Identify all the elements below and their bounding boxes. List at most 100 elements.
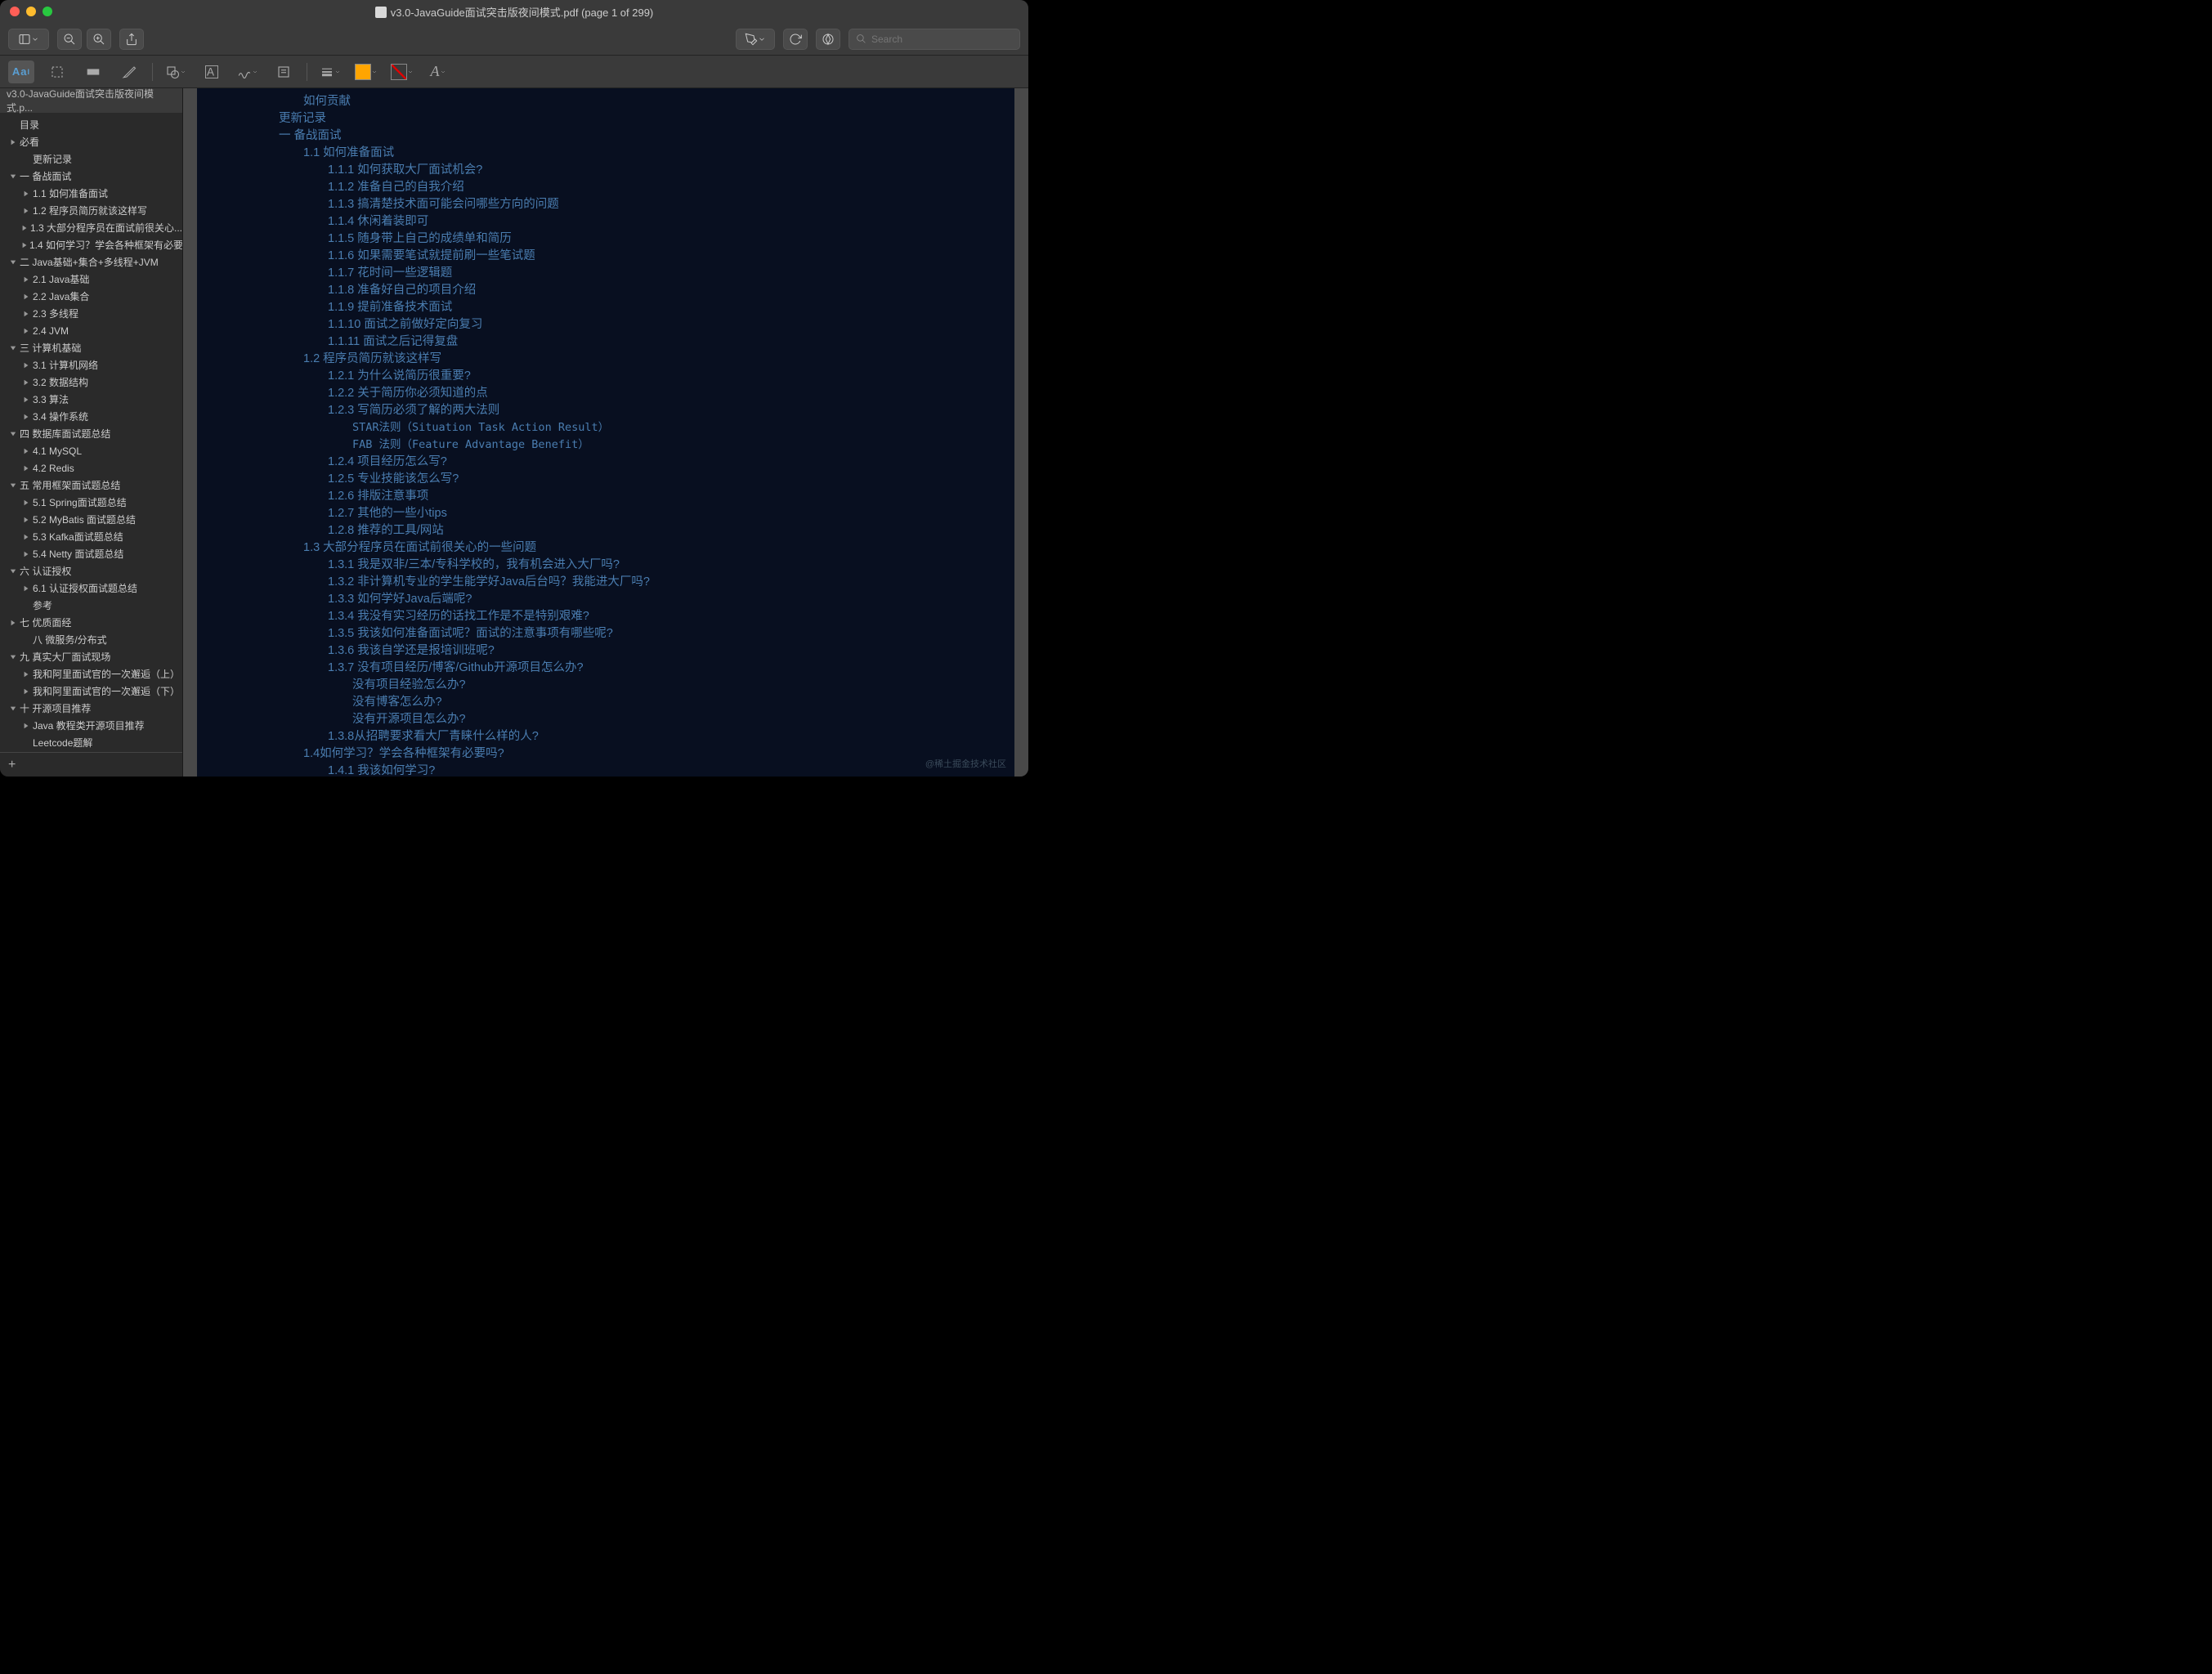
toc-entry[interactable]: 1.3.3 如何学好Java后端呢? xyxy=(197,591,1014,608)
disclosure-right-icon[interactable] xyxy=(21,412,31,422)
disclosure-right-icon[interactable] xyxy=(21,309,31,319)
font-style-tool[interactable]: A xyxy=(425,60,451,83)
outline-item[interactable]: 3.3 算法 xyxy=(0,391,182,408)
toc-entry[interactable]: 1.3.1 我是双非/三本/专科学校的，我有机会进入大厂吗? xyxy=(197,557,1014,574)
zoom-out-button[interactable] xyxy=(57,29,82,50)
disclosure-right-icon[interactable] xyxy=(21,275,31,284)
pdf-viewer[interactable]: 如何贡献更新记录一 备战面试1.1 如何准备面试1.1.1 如何获取大厂面试机会… xyxy=(183,88,1028,777)
disclosure-right-icon[interactable] xyxy=(21,687,31,696)
toc-entry[interactable]: 1.3 大部分程序员在面试前很关心的一些问题 xyxy=(197,539,1014,557)
outline-item[interactable]: 目录 xyxy=(0,116,182,133)
toc-entry[interactable]: 1.1.9 提前准备技术面试 xyxy=(197,299,1014,316)
toc-entry[interactable]: 1.1.3 搞清楚技术面可能会问哪些方向的问题 xyxy=(197,196,1014,213)
outline-item[interactable]: 九 真实大厂面试现场 xyxy=(0,648,182,665)
minimize-window-button[interactable] xyxy=(26,7,36,16)
toc-entry[interactable]: 1.1.2 准备自己的自我介绍 xyxy=(197,179,1014,196)
toc-entry[interactable]: 1.1.7 花时间一些逻辑题 xyxy=(197,265,1014,282)
zoom-window-button[interactable] xyxy=(43,7,52,16)
zoom-in-button[interactable] xyxy=(87,29,111,50)
outline-item[interactable]: 五 常用框架面试题总结 xyxy=(0,477,182,494)
toc-entry[interactable]: 1.3.2 非计算机专业的学生能学好Java后台吗？我能进大厂吗? xyxy=(197,574,1014,591)
toc-entry[interactable]: 1.2.3 写简历必须了解的两大法则 xyxy=(197,402,1014,419)
toc-entry[interactable]: 1.1.6 如果需要笔试就提前刷一些笔试题 xyxy=(197,248,1014,265)
toc-entry[interactable]: 1.3.4 我没有实习经历的话找工作是不是特别艰难? xyxy=(197,608,1014,625)
outline-item[interactable]: 6.1 认证授权面试题总结 xyxy=(0,580,182,597)
toc-entry[interactable]: 1.2.7 其他的一些小tips xyxy=(197,505,1014,522)
disclosure-down-icon[interactable] xyxy=(8,481,18,490)
outline-item[interactable]: 六 认证授权 xyxy=(0,562,182,580)
disclosure-right-icon[interactable] xyxy=(21,515,31,525)
toc-entry[interactable]: 1.4如何学习？学会各种框架有必要吗? xyxy=(197,745,1014,763)
disclosure-right-icon[interactable] xyxy=(21,206,31,216)
outline-item[interactable]: 十 开源项目推荐 xyxy=(0,700,182,717)
disclosure-right-icon[interactable] xyxy=(21,292,31,302)
disclosure-right-icon[interactable] xyxy=(21,360,31,370)
toc-entry[interactable]: 1.3.8从招聘要求看大厂青睐什么样的人? xyxy=(197,728,1014,745)
outline-item[interactable]: 3.2 数据结构 xyxy=(0,374,182,391)
toc-entry[interactable]: 1.2.2 关于简历你必须知道的点 xyxy=(197,385,1014,402)
view-mode-button[interactable] xyxy=(8,29,49,50)
search-field[interactable] xyxy=(849,29,1020,50)
toc-entry[interactable]: 没有项目经验怎么办? xyxy=(197,677,1014,694)
toc-entry[interactable]: 1.2 程序员简历就该这样写 xyxy=(197,351,1014,368)
outline-item[interactable]: 2.1 Java基础 xyxy=(0,271,182,288)
outline-item[interactable]: 5.1 Spring面试题总结 xyxy=(0,494,182,511)
disclosure-right-icon[interactable] xyxy=(21,584,31,593)
toc-entry[interactable]: 1.4.1 我该如何学习? xyxy=(197,763,1014,777)
disclosure-right-icon[interactable] xyxy=(21,240,28,250)
outline-item[interactable]: Leetcode题解 xyxy=(0,734,182,751)
disclosure-right-icon[interactable] xyxy=(21,463,31,473)
outline-item[interactable]: 七 优质面经 xyxy=(0,614,182,631)
toc-entry[interactable]: 1.2.1 为什么说简历很重要? xyxy=(197,368,1014,385)
close-window-button[interactable] xyxy=(10,7,20,16)
toc-entry[interactable]: 更新记录 xyxy=(197,110,1014,128)
toc-entry[interactable]: 1.3.5 我该如何准备面试呢？面试的注意事项有哪些呢? xyxy=(197,625,1014,642)
disclosure-right-icon[interactable] xyxy=(21,395,31,405)
toc-entry[interactable]: 1.3.6 我该自学还是报培训班呢? xyxy=(197,642,1014,660)
outline-item[interactable]: 必看 xyxy=(0,133,182,150)
redact-tool[interactable] xyxy=(80,60,106,83)
outline-item[interactable]: 1.1 如何准备面试 xyxy=(0,185,182,202)
text-selection-tool[interactable]: AaI xyxy=(8,60,34,83)
border-style-tool[interactable] xyxy=(317,60,343,83)
toc-entry[interactable]: 1.1.10 面试之前做好定向复习 xyxy=(197,316,1014,333)
disclosure-right-icon[interactable] xyxy=(8,618,18,628)
disclosure-down-icon[interactable] xyxy=(8,429,18,439)
sketch-tool[interactable] xyxy=(116,60,142,83)
toc-entry[interactable]: FAB 法则（Feature Advantage Benefit） xyxy=(197,436,1014,454)
outline-item[interactable]: 八 微服务/分布式 xyxy=(0,631,182,648)
disclosure-down-icon[interactable] xyxy=(8,172,18,181)
outline-item[interactable]: 5.3 Kafka面试题总结 xyxy=(0,528,182,545)
outline-item[interactable]: 三 计算机基础 xyxy=(0,339,182,356)
outline-item[interactable]: 4.1 MySQL xyxy=(0,442,182,459)
toc-entry[interactable]: 1.1.1 如何获取大厂面试机会? xyxy=(197,162,1014,179)
outline-item[interactable]: 5.2 MyBatis 面试题总结 xyxy=(0,511,182,528)
disclosure-right-icon[interactable] xyxy=(21,378,31,387)
disclosure-right-icon[interactable] xyxy=(21,189,31,199)
toc-entry[interactable]: 1.2.6 排版注意事项 xyxy=(197,488,1014,505)
outline-item[interactable]: 1.3 大部分程序员在面试前很关心... xyxy=(0,219,182,236)
disclosure-down-icon[interactable] xyxy=(8,704,18,714)
toc-entry[interactable]: 1.2.5 专业技能该怎么写? xyxy=(197,471,1014,488)
outline-item[interactable]: 3.4 操作系统 xyxy=(0,408,182,425)
outline-item[interactable]: 2.3 多线程 xyxy=(0,305,182,322)
toc-entry[interactable]: 1.2.4 项目经历怎么写? xyxy=(197,454,1014,471)
outline-item[interactable]: 一 备战面试 xyxy=(0,168,182,185)
share-button[interactable] xyxy=(119,29,144,50)
disclosure-right-icon[interactable] xyxy=(21,549,31,559)
outline-item[interactable]: 3.1 计算机网络 xyxy=(0,356,182,374)
markup-button[interactable] xyxy=(816,29,840,50)
highlight-button[interactable] xyxy=(736,29,775,50)
outline-item[interactable]: Java 教程类开源项目推荐 xyxy=(0,717,182,734)
outline-item[interactable]: 5.4 Netty 面试题总结 xyxy=(0,545,182,562)
toc-entry[interactable]: 如何贡献 xyxy=(197,93,1014,110)
toc-entry[interactable]: 1.1 如何准备面试 xyxy=(197,145,1014,162)
disclosure-down-icon[interactable] xyxy=(8,343,18,353)
outline-item[interactable]: 我和阿里面试官的一次邂逅（上） xyxy=(0,665,182,683)
search-input[interactable] xyxy=(871,34,1013,45)
disclosure-down-icon[interactable] xyxy=(8,566,18,576)
text-tool[interactable]: A xyxy=(199,60,225,83)
outline-item[interactable]: 2.4 JVM xyxy=(0,322,182,339)
toc-entry[interactable]: STAR法则（Situation Task Action Result） xyxy=(197,419,1014,436)
toc-entry[interactable]: 没有博客怎么办? xyxy=(197,694,1014,711)
